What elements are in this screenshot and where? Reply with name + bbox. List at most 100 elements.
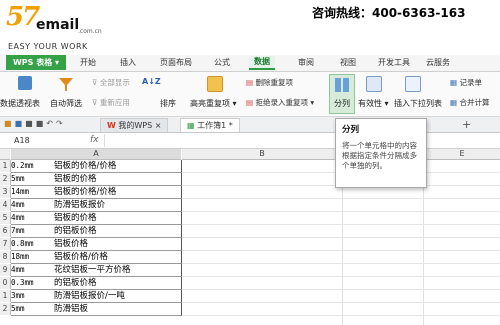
reapply-button[interactable]: ⊽ 重新应用 [92,97,130,108]
wps-logo-icon: W [107,121,116,130]
cell-text: 铝板的价格 [54,174,97,184]
column-header-a[interactable]: A [11,149,181,160]
tab-insert[interactable]: 插入 [120,57,136,69]
sort-button[interactable]: 排序 [160,98,176,109]
consolidate-button[interactable]: ▦ 合并计算 [450,97,489,108]
redo-icon[interactable]: ↷ [56,119,66,128]
row-header[interactable]: 2 [0,173,11,185]
filter-icon [59,78,73,91]
cell-size: 0.3mm [11,278,34,287]
formula-input[interactable] [104,134,499,147]
grid-line [182,224,500,225]
row-header[interactable]: 4 [0,199,11,211]
grid-line [182,276,500,277]
table-row[interactable]: 5mm 防滑铝板 [11,303,182,316]
highlight-duplicates-button[interactable] [207,76,223,92]
print-icon[interactable]: ■ [25,119,36,128]
table-row[interactable]: 5mm 铝板的价格 [11,173,182,186]
save-icon[interactable]: ■ [15,119,26,128]
cell-text: 花纹铝板一平方价格 [54,265,131,275]
cell-size: 4mm [11,265,25,274]
hotline: 咨询热线：400-6363-163 [312,6,466,20]
grid-line [182,211,500,212]
cell-text: 铝板价格/价格 [54,252,108,262]
cell-size: 0.2mm [11,161,34,170]
split-column-label: 分列 [334,99,350,108]
open-icon[interactable]: ■ [4,119,15,128]
cell-size: 18mm [11,252,30,261]
table-row[interactable]: 18mm 铝板价格/价格 [11,251,182,264]
row-header[interactable]: 2 [0,303,11,315]
consolidate-label: 合并计算 [459,98,490,107]
row-header[interactable]: 6 [0,225,11,237]
new-tab-button[interactable]: + [462,118,471,131]
table-row[interactable]: 0.3mm 的铝板价格 [11,277,182,290]
quick-access-toolbar[interactable]: ■■■■↶↷ [4,119,66,128]
table-row[interactable]: 0.2mm 铝板的价格/价格 [11,160,182,173]
table-row[interactable]: 0.8mm 铝板价格 [11,238,182,251]
cell-size: 0.8mm [11,239,34,248]
grid-line [182,302,500,303]
tab-home[interactable]: 开始 [80,57,96,69]
row-header[interactable]: 1 [0,290,11,302]
select-all-corner[interactable] [0,149,10,160]
cell-size: 7mm [11,226,25,235]
split-column-icon [335,78,349,92]
validity-button[interactable] [366,76,382,92]
grid-line [182,198,500,199]
doctab-workbook[interactable]: ▦ 工作簿1 * [180,118,240,132]
autofilter-label: 自动筛选 [50,99,82,108]
cell-size: 5mm [11,304,25,313]
table-row[interactable]: 4mm 防滑铝板报价 [11,199,182,212]
insert-dropdown-button[interactable] [405,76,421,92]
show-all-button[interactable]: ⊽ 全部显示 [92,77,130,88]
highlight-duplicates-label: 高亮重复项 ▾ [190,99,237,108]
app-menu-label: WPS 表格 [12,58,53,67]
preview-icon[interactable]: ■ [36,119,47,128]
highlight-duplicates-icon [207,76,223,92]
tooltip-title: 分列 [342,125,360,135]
show-all-icon: ⊽ [92,78,100,87]
split-column-button[interactable]: 分列 [329,74,355,114]
undo-icon[interactable]: ↶ [46,119,56,128]
reject-duplicates-button[interactable]: ▤ 拒绝录入重复项 ▾ [246,97,314,108]
grid-line [182,315,500,316]
row-header[interactable]: 3 [0,186,11,198]
row-header[interactable]: 8 [0,251,11,263]
row-header[interactable]: 0 [0,277,11,289]
grid-line [182,250,500,251]
fx-icon[interactable]: fx [90,135,99,145]
tab-view[interactable]: 视图 [340,57,356,69]
tab-developer[interactable]: 开发工具 [378,57,410,69]
logo-domain: .com.cn [78,28,102,35]
cell-text: 铝板的价格/价格 [54,187,117,197]
table-row[interactable]: 3mm 防滑铝板报价/一吨 [11,290,182,303]
row-header[interactable]: 1 [0,160,11,172]
tab-formula[interactable]: 公式 [214,57,230,69]
row-header[interactable]: 7 [0,238,11,250]
row-header[interactable]: 5 [0,212,11,224]
app-menu-button[interactable]: WPS 表格 ▾ [6,55,66,70]
logo-email: email [36,17,80,33]
column-header-b[interactable]: B [182,149,342,160]
table-row[interactable]: 14mm 铝板的价格/价格 [11,186,182,199]
cell-size: 4mm [11,200,25,209]
tab-review[interactable]: 审阅 [298,57,314,69]
table-row[interactable]: 7mm 的铝板价格 [11,225,182,238]
tab-cloud[interactable]: 云服务 [426,57,450,69]
table-row[interactable]: 4mm 铝板的价格 [11,212,182,225]
close-icon[interactable]: × [155,121,162,130]
tab-page-layout[interactable]: 页面布局 [160,57,192,69]
delete-duplicates-button[interactable]: ▤ 删除重复项 [246,77,293,88]
doctab-my-wps[interactable]: W 我的WPS × [100,118,169,132]
cell-text: 铝板价格 [54,239,89,249]
validity-icon [366,76,382,92]
name-box[interactable]: A18 [2,134,72,147]
table-row[interactable]: 4mm 花纹铝板一平方价格 [11,264,182,277]
record-form-button[interactable]: ▦ 记录单 [450,77,482,88]
column-header-e[interactable]: E [424,149,500,160]
tab-data[interactable]: 数据 [249,56,275,70]
autofilter-button[interactable] [58,76,74,95]
row-header[interactable]: 9 [0,264,11,276]
pivot-table-button[interactable] [14,76,32,90]
